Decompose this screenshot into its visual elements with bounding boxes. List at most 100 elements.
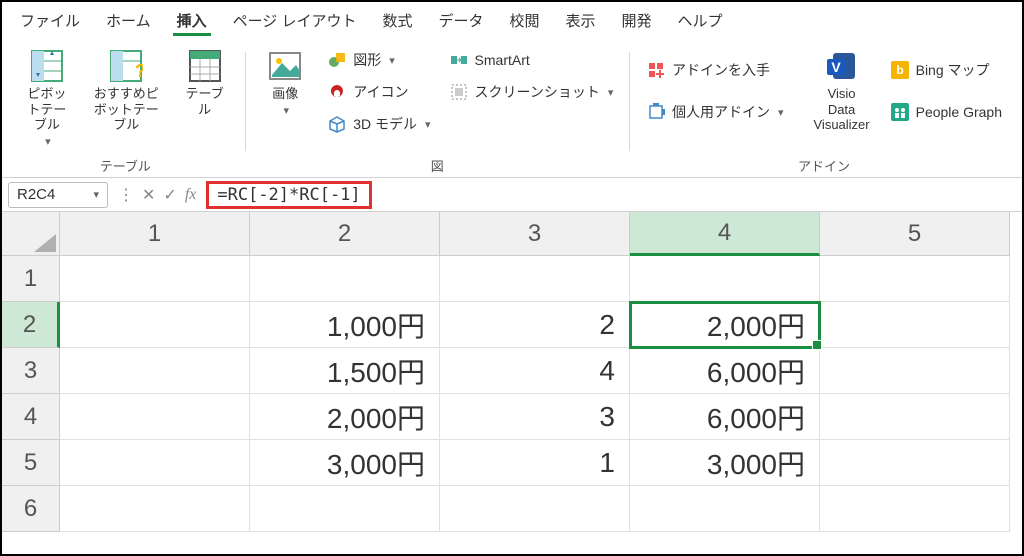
visio-icon: V: [824, 48, 860, 84]
cell[interactable]: 2: [440, 302, 630, 348]
spreadsheet-grid[interactable]: 1 2 3 4 5 1 2 1,000円 2 2,000円 3 1,500円 4…: [2, 212, 1022, 532]
menu-review[interactable]: 校閲: [506, 8, 544, 36]
name-box[interactable]: R2C4 ▾: [8, 182, 108, 208]
col-header-1[interactable]: 1: [60, 212, 250, 256]
menu-data[interactable]: データ: [434, 8, 487, 36]
visio-button[interactable]: V Visio Data Visualizer: [808, 44, 876, 137]
row-header-3[interactable]: 3: [2, 348, 60, 394]
chevron-down-icon: ▾: [93, 188, 99, 201]
ribbon-group-illustrations: 画像 ▾ 図形▾ アイコン 3D モデル▾: [251, 44, 623, 175]
cell[interactable]: [820, 394, 1010, 440]
my-addins-button[interactable]: 個人用アドイン▾: [642, 100, 788, 124]
cell[interactable]: [820, 348, 1010, 394]
cell[interactable]: [60, 394, 250, 440]
menu-file[interactable]: ファイル: [16, 8, 84, 36]
cell[interactable]: [820, 302, 1010, 348]
people-graph-button[interactable]: People Graph: [886, 100, 1006, 124]
3d-models-button[interactable]: 3D モデル▾: [323, 112, 434, 136]
cell[interactable]: 1: [440, 440, 630, 486]
fx-icon[interactable]: fx: [185, 186, 197, 204]
smartart-icon: [449, 50, 469, 70]
cell[interactable]: [60, 486, 250, 532]
cell[interactable]: [60, 348, 250, 394]
menu-help[interactable]: ヘルプ: [674, 8, 727, 36]
people-graph-icon: [890, 102, 910, 122]
cell[interactable]: [440, 256, 630, 302]
svg-text:?: ?: [135, 61, 143, 81]
bing-maps-button[interactable]: b Bing マップ: [886, 58, 994, 82]
cell[interactable]: 4: [440, 348, 630, 394]
pivot-table-icon: [29, 48, 65, 84]
svg-text:V: V: [831, 59, 841, 75]
menu-pagelayout[interactable]: ページ レイアウト: [229, 8, 361, 36]
cell[interactable]: 6,000円: [630, 348, 820, 394]
cell[interactable]: 3: [440, 394, 630, 440]
menu-insert[interactable]: 挿入: [173, 8, 211, 36]
cell[interactable]: [820, 440, 1010, 486]
menu-view[interactable]: 表示: [562, 8, 600, 36]
row-header-4[interactable]: 4: [2, 394, 60, 440]
cube-icon: [327, 114, 347, 134]
chevron-down-icon: ▾: [608, 86, 614, 99]
cell[interactable]: [820, 256, 1010, 302]
shapes-icon: [327, 50, 347, 70]
cell[interactable]: 2,000円: [250, 394, 440, 440]
cancel-icon[interactable]: ✕: [142, 185, 155, 205]
cell[interactable]: 1,500円: [250, 348, 440, 394]
shapes-button[interactable]: 図形▾: [323, 48, 399, 72]
divider-icon: ⋮: [118, 185, 134, 205]
chevron-down-icon: ▾: [45, 135, 51, 148]
cell[interactable]: [820, 486, 1010, 532]
cell[interactable]: [630, 256, 820, 302]
enter-icon[interactable]: ✓: [163, 185, 176, 205]
col-header-3[interactable]: 3: [440, 212, 630, 256]
row-header-2[interactable]: 2: [2, 302, 60, 348]
chevron-down-icon: ▾: [389, 54, 395, 67]
cell[interactable]: [250, 486, 440, 532]
cell[interactable]: [630, 486, 820, 532]
store-icon: [646, 60, 666, 80]
group-label-addins: アドイン: [798, 152, 850, 175]
icons-icon: [327, 82, 347, 102]
table-icon: [187, 48, 223, 84]
table-button[interactable]: テーブル: [177, 44, 233, 121]
col-header-5[interactable]: 5: [820, 212, 1010, 256]
chevron-down-icon: ▾: [778, 106, 784, 119]
cell[interactable]: 6,000円: [630, 394, 820, 440]
row-header-1[interactable]: 1: [2, 256, 60, 302]
cell-active[interactable]: 2,000円: [630, 302, 820, 348]
cell[interactable]: 3,000円: [250, 440, 440, 486]
bing-icon: b: [890, 60, 910, 80]
screenshot-button[interactable]: スクリーンショット▾: [445, 80, 618, 104]
smartart-button[interactable]: SmartArt: [445, 48, 534, 72]
col-header-2[interactable]: 2: [250, 212, 440, 256]
menu-home[interactable]: ホーム: [102, 8, 155, 36]
row-header-6[interactable]: 6: [2, 486, 60, 532]
group-label-illustrations: 図: [431, 152, 444, 175]
select-all-corner[interactable]: [2, 212, 60, 256]
cell[interactable]: [60, 440, 250, 486]
ribbon: ピボットテーブル ▾ ? おすすめピボットテーブル テーブル テーブル: [2, 38, 1022, 178]
addins-icon: [646, 102, 666, 122]
cell[interactable]: [250, 256, 440, 302]
row-header-5[interactable]: 5: [2, 440, 60, 486]
menu-bar: ファイル ホーム 挿入 ページ レイアウト 数式 データ 校閲 表示 開発 ヘル…: [2, 2, 1022, 38]
get-addins-button[interactable]: アドインを入手: [642, 58, 774, 82]
cell[interactable]: 1,000円: [250, 302, 440, 348]
col-header-4[interactable]: 4: [630, 212, 820, 256]
menu-developer[interactable]: 開発: [618, 8, 656, 36]
chevron-down-icon: ▾: [283, 104, 289, 117]
chevron-down-icon: ▾: [425, 118, 431, 131]
ribbon-group-addins: アドインを入手 個人用アドイン▾ V Visio Data Visualizer…: [636, 44, 1012, 175]
cell[interactable]: 3,000円: [630, 440, 820, 486]
cell[interactable]: [60, 302, 250, 348]
menu-formulas[interactable]: 数式: [378, 8, 416, 36]
ribbon-group-tables: ピボットテーブル ▾ ? おすすめピボットテーブル テーブル テーブル: [12, 44, 239, 175]
recommended-pivot-button[interactable]: ? おすすめピボットテーブル: [86, 44, 167, 137]
icons-button[interactable]: アイコン: [323, 80, 412, 104]
formula-input[interactable]: =RC[-2]*RC[-1]: [217, 185, 360, 205]
cell[interactable]: [60, 256, 250, 302]
pictures-button[interactable]: 画像 ▾: [257, 44, 313, 121]
pivot-table-button[interactable]: ピボットテーブル ▾: [18, 44, 76, 152]
cell[interactable]: [440, 486, 630, 532]
